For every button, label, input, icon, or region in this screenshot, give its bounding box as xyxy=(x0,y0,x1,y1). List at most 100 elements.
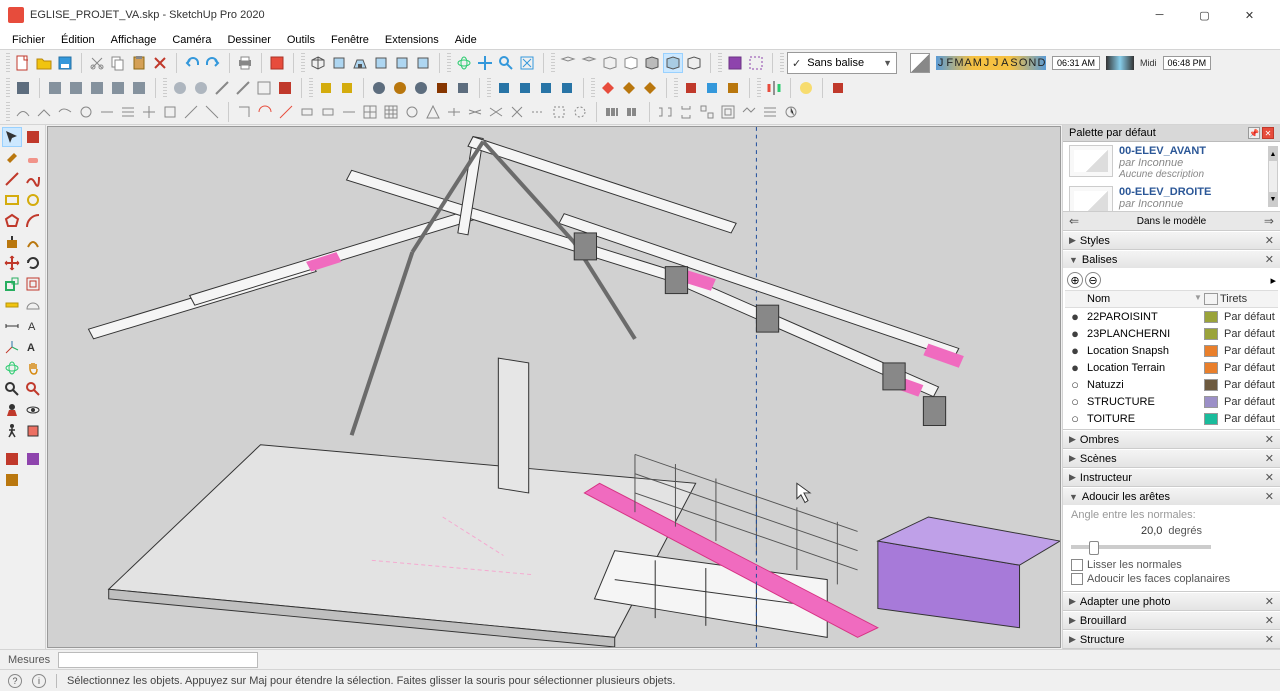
plugin-icon-31[interactable] xyxy=(828,78,848,98)
tray-header[interactable]: Palette par défaut 📌 ✕ xyxy=(1063,125,1280,142)
extra-tool-2[interactable] xyxy=(23,449,43,469)
front-view-icon[interactable] xyxy=(350,53,370,73)
plugin-icon-26[interactable] xyxy=(640,78,660,98)
table-row[interactable]: ○NatuzziPar défaut xyxy=(1065,376,1278,393)
sandbox-icon-31[interactable] xyxy=(676,102,696,122)
plugin-icon-8[interactable] xyxy=(191,78,211,98)
sandbox-icon-35[interactable] xyxy=(760,102,780,122)
tag-name[interactable]: TOITURE xyxy=(1085,413,1204,425)
table-row[interactable]: ●23PLANCHERNIPar défaut xyxy=(1065,325,1278,342)
plugin-icon-10[interactable] xyxy=(233,78,253,98)
nav-forward-icon[interactable]: ⇒ xyxy=(1264,214,1274,228)
panel-adapter-header[interactable]: ▶Adapter une photo✕ xyxy=(1063,592,1280,610)
rotate-tool-icon[interactable] xyxy=(23,253,43,273)
tape-tool-icon[interactable] xyxy=(2,295,22,315)
plugin-icon-23[interactable] xyxy=(557,78,577,98)
section-tool-icon[interactable] xyxy=(23,421,43,441)
tag-color-swatch[interactable] xyxy=(1204,413,1218,425)
menu-extensions[interactable]: Extensions xyxy=(377,32,447,48)
cut-icon[interactable] xyxy=(87,53,107,73)
tag-menu-icon[interactable]: ▸ xyxy=(1270,274,1276,287)
tag-dash[interactable]: Par défaut xyxy=(1218,362,1278,374)
plugin-icon-13[interactable] xyxy=(316,78,336,98)
shadow-toggle-icon[interactable] xyxy=(910,53,930,73)
sandbox-icon-28[interactable] xyxy=(602,102,622,122)
rectangle-tool-icon[interactable] xyxy=(2,190,22,210)
undo-icon[interactable] xyxy=(182,53,202,73)
move-tool-icon[interactable] xyxy=(2,253,22,273)
layer-dropdown[interactable]: ✓ Sans balise ▼ xyxy=(787,52,897,74)
plugin-icon-12[interactable] xyxy=(275,78,295,98)
tag-name[interactable]: Location Snapsh xyxy=(1085,345,1204,357)
sandbox-icon-2[interactable] xyxy=(34,102,54,122)
zoom-extent-icon-top[interactable] xyxy=(517,53,537,73)
sandbox-icon-15[interactable] xyxy=(318,102,338,122)
menu-edition[interactable]: Édition xyxy=(53,32,103,48)
shaded-textures-icon[interactable] xyxy=(663,53,683,73)
wireframe-icon[interactable] xyxy=(600,53,620,73)
sandbox-icon-6[interactable] xyxy=(118,102,138,122)
sandbox-icon-22[interactable] xyxy=(465,102,485,122)
viewport[interactable] xyxy=(47,126,1061,648)
orbit-tool-icon[interactable] xyxy=(2,358,22,378)
close-button[interactable]: ✕ xyxy=(1227,1,1272,29)
sandbox-icon-1[interactable] xyxy=(13,102,33,122)
plugin-icon-1[interactable] xyxy=(13,78,33,98)
sandbox-icon-20[interactable] xyxy=(423,102,443,122)
table-row[interactable]: ●Location SnapshPar défaut xyxy=(1065,342,1278,359)
monochrome-icon[interactable] xyxy=(684,53,704,73)
maximize-button[interactable]: ▢ xyxy=(1182,1,1227,29)
plugin-icon-25[interactable] xyxy=(619,78,639,98)
checkbox-coplanar[interactable] xyxy=(1071,573,1083,585)
table-row[interactable]: ●Location TerrainPar défaut xyxy=(1065,359,1278,376)
panel-structure-header[interactable]: ▶Structure✕ xyxy=(1063,630,1280,648)
sandbox-icon-5[interactable] xyxy=(97,102,117,122)
panel-close-icon[interactable]: ✕ xyxy=(1265,595,1274,608)
menu-dessiner[interactable]: Dessiner xyxy=(219,32,278,48)
plugin-icon-7[interactable] xyxy=(170,78,190,98)
sandbox-icon-13[interactable] xyxy=(276,102,296,122)
back-view-icon[interactable] xyxy=(392,53,412,73)
sandbox-icon-17[interactable] xyxy=(360,102,380,122)
table-row[interactable]: ○TOITUREPar défaut xyxy=(1065,410,1278,427)
pan-tool-icon[interactable] xyxy=(23,358,43,378)
extra-tool-1[interactable] xyxy=(2,449,22,469)
redo-icon[interactable] xyxy=(203,53,223,73)
visibility-toggle-icon[interactable]: ○ xyxy=(1065,411,1085,426)
scale-tool-icon[interactable] xyxy=(2,274,22,294)
sandbox-icon-32[interactable] xyxy=(697,102,717,122)
panel-close-icon[interactable]: ✕ xyxy=(1265,633,1274,646)
position-camera-icon[interactable] xyxy=(2,400,22,420)
component-list[interactable]: 00-ELEV_AVANT par Inconnue Aucune descri… xyxy=(1063,142,1280,212)
panel-adoucir-header[interactable]: ▼Adoucir les arêtes✕ xyxy=(1063,487,1280,505)
extra-tool-3[interactable] xyxy=(2,470,22,490)
plugin-icon-6[interactable] xyxy=(129,78,149,98)
tag-color-swatch[interactable] xyxy=(1204,328,1218,340)
print-icon[interactable] xyxy=(235,53,255,73)
zoom-extent-tool-icon[interactable] xyxy=(23,379,43,399)
sandbox-icon-7[interactable] xyxy=(139,102,159,122)
tag-color-swatch[interactable] xyxy=(1204,311,1218,323)
arc-tool-icon[interactable] xyxy=(23,211,43,231)
panel-ombres-header[interactable]: ▶Ombres✕ xyxy=(1063,430,1280,448)
sandbox-icon-3[interactable] xyxy=(55,102,75,122)
panel-close-icon[interactable]: ✕ xyxy=(1265,253,1274,266)
top-view-icon[interactable] xyxy=(329,53,349,73)
tag-color-swatch[interactable] xyxy=(1204,362,1218,374)
sandbox-icon-11[interactable] xyxy=(234,102,254,122)
sandbox-icon-36[interactable] xyxy=(781,102,801,122)
plugin-icon-22[interactable] xyxy=(536,78,556,98)
sandbox-icon-18[interactable] xyxy=(381,102,401,122)
sandbox-icon-9[interactable] xyxy=(181,102,201,122)
plugin-icon-20[interactable] xyxy=(494,78,514,98)
tag-name[interactable]: Natuzzi xyxy=(1085,379,1204,391)
sandbox-icon-10[interactable] xyxy=(202,102,222,122)
minimize-button[interactable]: ─ xyxy=(1137,1,1182,29)
axes-tool-icon[interactable] xyxy=(2,337,22,357)
zoom-tool-icon[interactable] xyxy=(2,379,22,399)
tag-name[interactable]: Location Terrain xyxy=(1085,362,1204,374)
left-view-icon[interactable] xyxy=(413,53,433,73)
visibility-toggle-icon[interactable]: ● xyxy=(1065,343,1085,358)
panel-close-icon[interactable]: ✕ xyxy=(1265,614,1274,627)
sandbox-icon-30[interactable] xyxy=(655,102,675,122)
